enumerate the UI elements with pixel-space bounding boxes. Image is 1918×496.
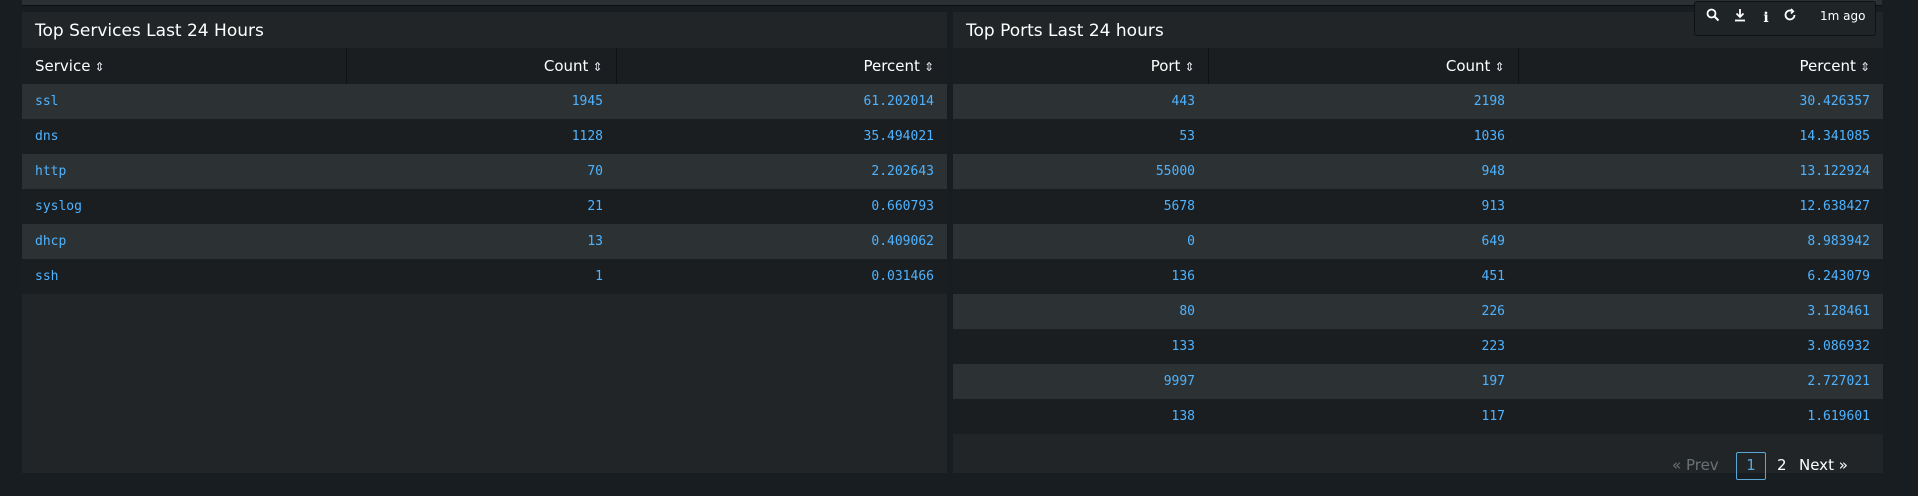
- percent-cell[interactable]: 14.341085: [1518, 119, 1883, 154]
- table-row[interactable]: 138 117 1.619601: [953, 399, 1883, 434]
- column-header-count[interactable]: Count ⇕: [1207, 48, 1518, 84]
- last-updated-label: 1m ago: [1820, 9, 1866, 23]
- service-cell[interactable]: dhcp: [22, 224, 346, 259]
- service-cell[interactable]: dns: [22, 119, 346, 154]
- port-cell[interactable]: 9997: [953, 364, 1208, 399]
- count-cell[interactable]: 1128: [346, 119, 616, 154]
- count-cell[interactable]: 226: [1208, 294, 1518, 329]
- page-1-button[interactable]: 1: [1736, 452, 1766, 480]
- search-icon[interactable]: [1703, 8, 1723, 28]
- service-cell[interactable]: ssh: [22, 259, 346, 294]
- column-header-service[interactable]: Service ⇕: [22, 48, 346, 84]
- ports-table: Port ⇕ Count ⇕ Percent ⇕ 443 2198 30.426357 5…: [953, 48, 1883, 434]
- percent-cell[interactable]: 0.660793: [616, 189, 947, 224]
- panel-title: Top Ports Last 24 hours: [966, 21, 1164, 41]
- service-cell[interactable]: ssl: [22, 84, 346, 119]
- port-cell[interactable]: 53: [953, 119, 1208, 154]
- table-row[interactable]: 443 2198 30.426357: [953, 84, 1883, 119]
- count-cell[interactable]: 913: [1208, 189, 1518, 224]
- sort-icon: ⇕: [94, 60, 105, 74]
- percent-cell[interactable]: 30.426357: [1518, 84, 1883, 119]
- percent-cell[interactable]: 3.086932: [1518, 329, 1883, 364]
- column-header-percent[interactable]: Percent ⇕: [615, 48, 947, 84]
- column-header-percent[interactable]: Percent ⇕: [1517, 48, 1883, 84]
- next-page-link[interactable]: Next »: [1799, 452, 1848, 478]
- port-cell[interactable]: 55000: [953, 154, 1208, 189]
- table-row[interactable]: 5678 913 12.638427: [953, 189, 1883, 224]
- port-cell[interactable]: 0: [953, 224, 1208, 259]
- sort-icon: ⇕: [923, 60, 934, 74]
- table-row[interactable]: ssl 1945 61.202014: [22, 84, 947, 119]
- port-cell[interactable]: 138: [953, 399, 1208, 434]
- percent-cell[interactable]: 0.031466: [616, 259, 947, 294]
- top-divider: [22, 0, 1882, 6]
- count-cell[interactable]: 197: [1208, 364, 1518, 399]
- count-cell[interactable]: 223: [1208, 329, 1518, 364]
- refresh-icon[interactable]: [1780, 8, 1800, 28]
- port-cell[interactable]: 133: [953, 329, 1208, 364]
- table-row[interactable]: 9997 197 2.727021: [953, 364, 1883, 399]
- table-row[interactable]: dhcp 13 0.409062: [22, 224, 947, 259]
- count-cell[interactable]: 1945: [346, 84, 616, 119]
- count-cell[interactable]: 1: [346, 259, 616, 294]
- percent-cell[interactable]: 13.122924: [1518, 154, 1883, 189]
- info-icon[interactable]: i: [1756, 8, 1776, 28]
- table-row[interactable]: 136 451 6.243079: [953, 259, 1883, 294]
- service-cell[interactable]: syslog: [22, 189, 346, 224]
- table-row[interactable]: ssh 1 0.031466: [22, 259, 947, 294]
- prev-page-link[interactable]: « Prev: [1672, 452, 1719, 478]
- table-row[interactable]: 80 226 3.128461: [953, 294, 1883, 329]
- table-row[interactable]: http 70 2.202643: [22, 154, 947, 189]
- count-cell[interactable]: 451: [1208, 259, 1518, 294]
- table-row[interactable]: 0 649 8.983942: [953, 224, 1883, 259]
- count-cell[interactable]: 948: [1208, 154, 1518, 189]
- column-header-port[interactable]: Port ⇕: [953, 48, 1208, 84]
- percent-cell[interactable]: 1.619601: [1518, 399, 1883, 434]
- count-cell[interactable]: 649: [1208, 224, 1518, 259]
- sort-icon: ⇕: [1184, 60, 1195, 74]
- top-services-panel: Top Services Last 24 Hours Service ⇕ Coun…: [22, 12, 947, 473]
- percent-cell[interactable]: 2.202643: [616, 154, 947, 189]
- column-header-count[interactable]: Count ⇕: [345, 48, 616, 84]
- percent-cell[interactable]: 2.727021: [1518, 364, 1883, 399]
- percent-cell[interactable]: 6.243079: [1518, 259, 1883, 294]
- pagination: « Prev 1 2 Next »: [1672, 452, 1857, 480]
- port-cell[interactable]: 80: [953, 294, 1208, 329]
- service-cell[interactable]: http: [22, 154, 346, 189]
- percent-cell[interactable]: 3.128461: [1518, 294, 1883, 329]
- percent-cell[interactable]: 35.494021: [616, 119, 947, 154]
- download-icon[interactable]: [1730, 8, 1750, 28]
- services-table: Service ⇕ Count ⇕ Percent ⇕ ssl 1945 61.20201…: [22, 48, 947, 294]
- sort-icon: ⇕: [592, 60, 603, 74]
- panel-toolbar: i 1m ago: [1694, 1, 1876, 36]
- percent-cell[interactable]: 12.638427: [1518, 189, 1883, 224]
- port-cell[interactable]: 136: [953, 259, 1208, 294]
- count-cell[interactable]: 117: [1208, 399, 1518, 434]
- percent-cell[interactable]: 8.983942: [1518, 224, 1883, 259]
- table-row[interactable]: 55000 948 13.122924: [953, 154, 1883, 189]
- table-row[interactable]: dns 1128 35.494021: [22, 119, 947, 154]
- sort-icon: ⇕: [1494, 60, 1505, 74]
- table-row[interactable]: syslog 21 0.660793: [22, 189, 947, 224]
- percent-cell[interactable]: 61.202014: [616, 84, 947, 119]
- port-cell[interactable]: 5678: [953, 189, 1208, 224]
- table-row[interactable]: 53 1036 14.341085: [953, 119, 1883, 154]
- percent-cell[interactable]: 0.409062: [616, 224, 947, 259]
- page-2-link[interactable]: 2: [1777, 452, 1787, 478]
- count-cell[interactable]: 2198: [1208, 84, 1518, 119]
- count-cell[interactable]: 13: [346, 224, 616, 259]
- count-cell[interactable]: 21: [346, 189, 616, 224]
- panel-title: Top Services Last 24 Hours: [35, 21, 264, 41]
- table-row[interactable]: 133 223 3.086932: [953, 329, 1883, 364]
- port-cell[interactable]: 443: [953, 84, 1208, 119]
- count-cell[interactable]: 1036: [1208, 119, 1518, 154]
- count-cell[interactable]: 70: [346, 154, 616, 189]
- top-ports-panel: Top Ports Last 24 hours Port ⇕ Count ⇕ Per…: [953, 12, 1883, 480]
- sort-icon: ⇕: [1859, 60, 1870, 74]
